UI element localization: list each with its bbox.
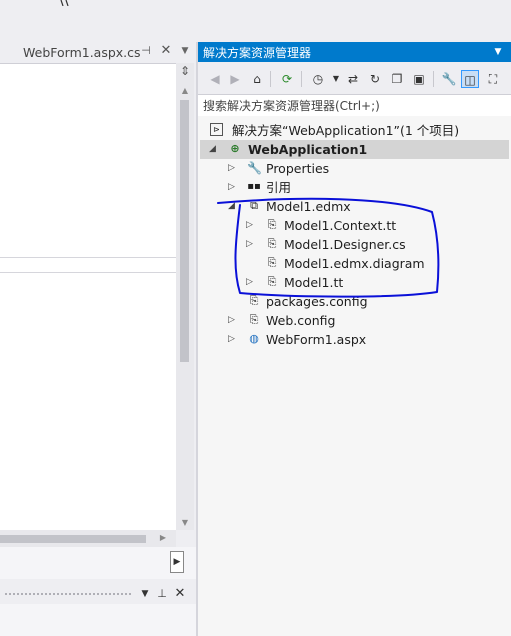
preview-selected-icon[interactable]: ◫ [461,70,479,88]
tree-item-model-diagram[interactable]: ⎘ Model1.edmx.diagram [200,254,509,273]
chevron-down-icon[interactable]: ▼ [140,587,150,601]
tree-item-web-config[interactable]: ▷ ⎘ Web.config [200,311,509,330]
expanded-arrow-icon[interactable]: ◢ [228,197,235,216]
scroll-down-arrow-icon[interactable]: ▼ [176,516,194,530]
search-placeholder: 搜索解决方案资源管理器(Ctrl+;) [203,99,380,113]
properties-wrench-icon[interactable]: 🔧 [440,70,458,88]
tree-item-project[interactable]: ◢ ⊕ WebApplication1 [200,140,509,159]
toolbar-separator [270,71,271,87]
tree-item-packages-config[interactable]: ⎘ packages.config [200,292,509,311]
home-icon[interactable]: ⌂ [248,70,266,88]
pin-icon[interactable]: ⊥ [157,587,167,601]
pin-icon[interactable]: ⊣ [140,44,152,58]
collapse-all-icon[interactable]: ❐ [388,70,406,88]
back-icon[interactable]: ◀ [206,70,224,88]
tree-item-solution[interactable]: ⊳ 解决方案“WebApplication1”(1 个项目) [202,121,507,140]
tree-item-references[interactable]: ▷ ▪▪ 引用 [200,178,509,197]
chevron-down-icon[interactable]: ▼ [180,44,190,58]
split-window-icon[interactable]: ⇕ [178,64,192,78]
aspx-globe-icon: ◍ [249,332,259,345]
collapsed-arrow-icon[interactable]: ▷ [228,178,235,197]
web-project-icon: ⊕ [230,142,240,155]
refresh-icon[interactable]: ↻ [366,70,384,88]
forward-icon[interactable]: ▶ [226,70,244,88]
sync-arrows-icon[interactable]: ⇄ [344,70,362,88]
horizontal-scroll-thumb[interactable] [0,535,146,543]
diagram-file-icon: ⎘ [267,256,277,269]
tree-item-model-designer-cs[interactable]: ▷ ⎘ Model1.Designer.cs [200,235,509,254]
references-icon: ▪▪ [247,181,261,192]
collapsed-arrow-icon[interactable]: ▷ [246,273,253,292]
sync-pending-icon[interactable]: ⟳ [278,70,296,88]
code-editor[interactable] [0,63,176,531]
solution-explorer-title: 解决方案资源管理器 [203,46,312,60]
chevron-down-icon[interactable]: ▼ [327,70,345,88]
solution-icon: ⊳ [210,123,223,136]
history-icon[interactable]: ◷ [309,70,327,88]
solution-tree: ⊳ 解决方案“WebApplication1”(1 个项目) ◢ ⊕ WebAp… [198,116,511,636]
collapsed-arrow-icon[interactable]: ▷ [228,159,235,178]
class-diagram-icon[interactable]: ⛶ [484,70,502,88]
editor-tab-label: WebForm1.aspx.cs [23,45,141,60]
show-all-files-icon[interactable]: ▣ [410,70,428,88]
lower-editor-area [0,547,196,579]
cs-file-icon: ⎘ [267,237,277,250]
toolbar-separator [301,71,302,87]
tree-item-webform-aspx[interactable]: ▷ ◍ WebForm1.aspx [200,330,509,349]
tt-file-icon: ⎘ [267,218,277,231]
tree-item-properties[interactable]: ▷ 🔧 Properties [200,159,509,178]
tree-item-model-tt[interactable]: ▷ ⎘ Model1.tt [200,273,509,292]
collapsed-arrow-icon[interactable]: ▷ [246,216,253,235]
current-line-highlight [0,257,176,273]
window-top-strip [0,0,511,42]
scroll-right-arrow-icon[interactable]: ▶ [156,532,170,544]
chevron-down-icon[interactable]: ▼ [492,45,504,59]
collapsed-arrow-icon[interactable]: ▷ [228,311,235,330]
toolbar-separator [433,71,434,87]
collapsed-arrow-icon[interactable]: ▷ [246,235,253,254]
tree-item-model-edmx[interactable]: ◢ ⧉ Model1.edmx [200,197,509,216]
tt-file-icon: ⎘ [267,275,277,288]
close-icon[interactable]: ✕ [160,44,172,58]
vertical-scroll-thumb[interactable] [180,100,189,362]
cut-off-glyph [60,0,69,6]
config-file-icon: ⎘ [249,313,259,326]
config-file-icon: ⎘ [249,294,259,307]
tree-item-model-context-tt[interactable]: ▷ ⎘ Model1.Context.tt [200,216,509,235]
bottom-panel-body [0,604,196,636]
panel-drag-grip[interactable] [4,592,132,597]
expanded-arrow-icon[interactable]: ◢ [209,140,216,159]
edmx-icon: ⧉ [250,199,258,212]
wrench-icon: 🔧 [247,161,262,175]
expand-right-icon[interactable]: ▶ [170,551,184,573]
scroll-up-arrow-icon[interactable]: ▲ [176,84,194,98]
close-icon[interactable]: ✕ [174,587,186,601]
collapsed-arrow-icon[interactable]: ▷ [228,330,235,349]
